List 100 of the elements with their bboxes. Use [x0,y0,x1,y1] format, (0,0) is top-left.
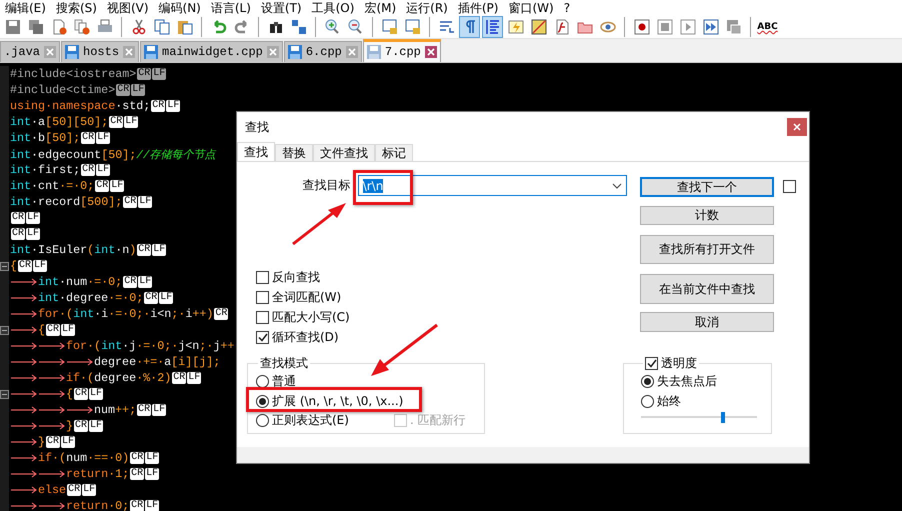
close-all-icon [74,19,90,35]
close-icon[interactable] [424,46,437,58]
line-end-mark: LF [131,84,146,96]
file-tab[interactable]: 7.cpp [362,39,441,62]
fold-icon[interactable] [0,326,9,334]
code-text: int·cnt·=·0; [10,179,94,193]
code-text: num++; [94,403,136,417]
zoom-in-icon [324,19,340,35]
checkbox-label[interactable]: 全词匹配(W) [272,288,342,306]
record-icon [634,19,650,35]
print-icon [96,19,112,35]
menu-item[interactable]: 视图(V) [102,0,154,16]
line-end-mark: LF [96,164,110,176]
menu-item[interactable]: 工具(O) [306,0,360,16]
menu-item[interactable]: 搜索(S) [50,0,102,16]
slider-thumb[interactable] [721,412,726,423]
code-text: if·(degree·%·2) [66,371,172,385]
fold-icon[interactable] [0,390,9,398]
play-icon [680,19,696,35]
menu-item[interactable]: 插件(P) [452,0,504,16]
fold-icon[interactable] [0,262,9,270]
menu-item[interactable]: ? [558,0,576,16]
radio-label[interactable]: 正则表达式(E) [272,412,349,430]
menu-item[interactable]: 编码(N) [154,0,206,16]
dialog-tab[interactable]: 查找 [237,142,275,161]
code-text: int·b[50]; [10,131,80,145]
line-end-mark: CR [46,436,60,448]
radio-button[interactable] [256,394,269,408]
code-text: int·record[500]; [10,195,122,209]
line-end-mark: LF [145,452,160,464]
dialog-button[interactable]: 在当前文件中查找 [640,274,774,304]
dialog-tab[interactable]: 替换 [275,144,313,161]
code-text: int·edgecount[50];//存储每个节点 [10,146,216,162]
radio-label[interactable]: 普通 [272,373,296,390]
file-tab[interactable]: mainwidget.cpp [140,41,283,62]
menu-item[interactable]: 编辑(E) [0,0,51,16]
radio-button[interactable] [641,394,654,408]
line-end-mark: LF [33,260,48,272]
line-end-mark: CR [123,196,138,208]
checkbox[interactable] [256,270,269,284]
radio-button[interactable] [641,375,654,388]
dialog-button[interactable]: 查找所有打开文件 [640,235,774,264]
checkbox[interactable] [645,357,658,370]
tab-arrow-icon [10,486,38,494]
dialog-tab[interactable]: 标记 [375,144,413,161]
line-end-mark: CR [11,228,26,240]
line-end-mark: CR [81,132,96,144]
line-end-mark: CR [214,308,228,320]
dialog-tab[interactable]: 文件查找 [313,144,375,161]
chevron-icon[interactable] [612,182,622,188]
zoom-out-icon [348,19,364,35]
radio-button[interactable] [256,414,269,428]
line-end-mark: CR [18,260,32,272]
dialog-button[interactable]: 查找下一个 [640,177,774,197]
radio-label[interactable]: 失去焦点后 [657,373,717,390]
code-text: { [38,323,46,337]
radio-button[interactable] [256,375,269,388]
checkbox-label[interactable]: 反向查找 [272,268,320,286]
code-text: else [38,483,66,497]
code-text: return·1; [66,467,130,481]
checkbox[interactable] [256,290,269,304]
radio-label[interactable]: 扩展 (\n, \r, \t, \0, \x...) [272,392,404,410]
checkbox[interactable] [256,330,269,344]
menu-item[interactable]: 宏(M) [359,0,402,16]
macro-list-icon [726,19,742,35]
close-button[interactable] [787,118,807,136]
group-title: 查找模式 [260,355,308,372]
save-all-icon [28,19,44,35]
line-end-mark: LF [26,228,40,240]
menu-item[interactable]: 运行(R) [401,0,453,16]
code-text: int·degree·=·0; [38,291,144,305]
line-end-mark: LF [26,212,40,224]
file-tab[interactable]: hosts [61,41,140,62]
line-end-mark: LF [124,116,138,128]
checkbox-label[interactable]: 透明度 [661,355,697,372]
checkbox[interactable] [783,180,796,193]
checkbox-label[interactable]: 循环查找(D) [272,328,339,346]
menu-item[interactable]: 语言(L) [206,0,256,16]
code-text: for·(int·i·=·0;·i<n;·i++) [38,307,214,321]
dialog-button[interactable]: 取消 [640,312,774,332]
dialog-button[interactable]: 计数 [640,206,774,225]
radio-label[interactable]: 始终 [657,392,681,410]
file-tab[interactable]: .java [0,41,60,62]
line-end-mark: LF [145,468,160,480]
menu-item[interactable]: 设置(T) [256,0,307,16]
line-end-mark: LF [89,420,104,432]
search-field[interactable]: \r\n [358,175,627,196]
tab-arrow-icon [10,454,38,462]
binoculars-icon [268,19,284,35]
line-end-mark: LF [138,196,152,208]
line-end-mark: CR [130,500,144,511]
close-file-icon [50,19,66,35]
file-tab[interactable]: 6.cpp [284,41,362,62]
line-end-mark: LF [159,292,174,304]
line-end-mark: CR [137,68,152,80]
paste-icon [176,19,192,35]
dialog-title: 查找 [245,118,269,136]
menu-item[interactable]: 窗口(W) [503,0,559,16]
checkbox-label[interactable]: 匹配大小写(C) [272,308,350,326]
checkbox[interactable] [256,310,269,324]
